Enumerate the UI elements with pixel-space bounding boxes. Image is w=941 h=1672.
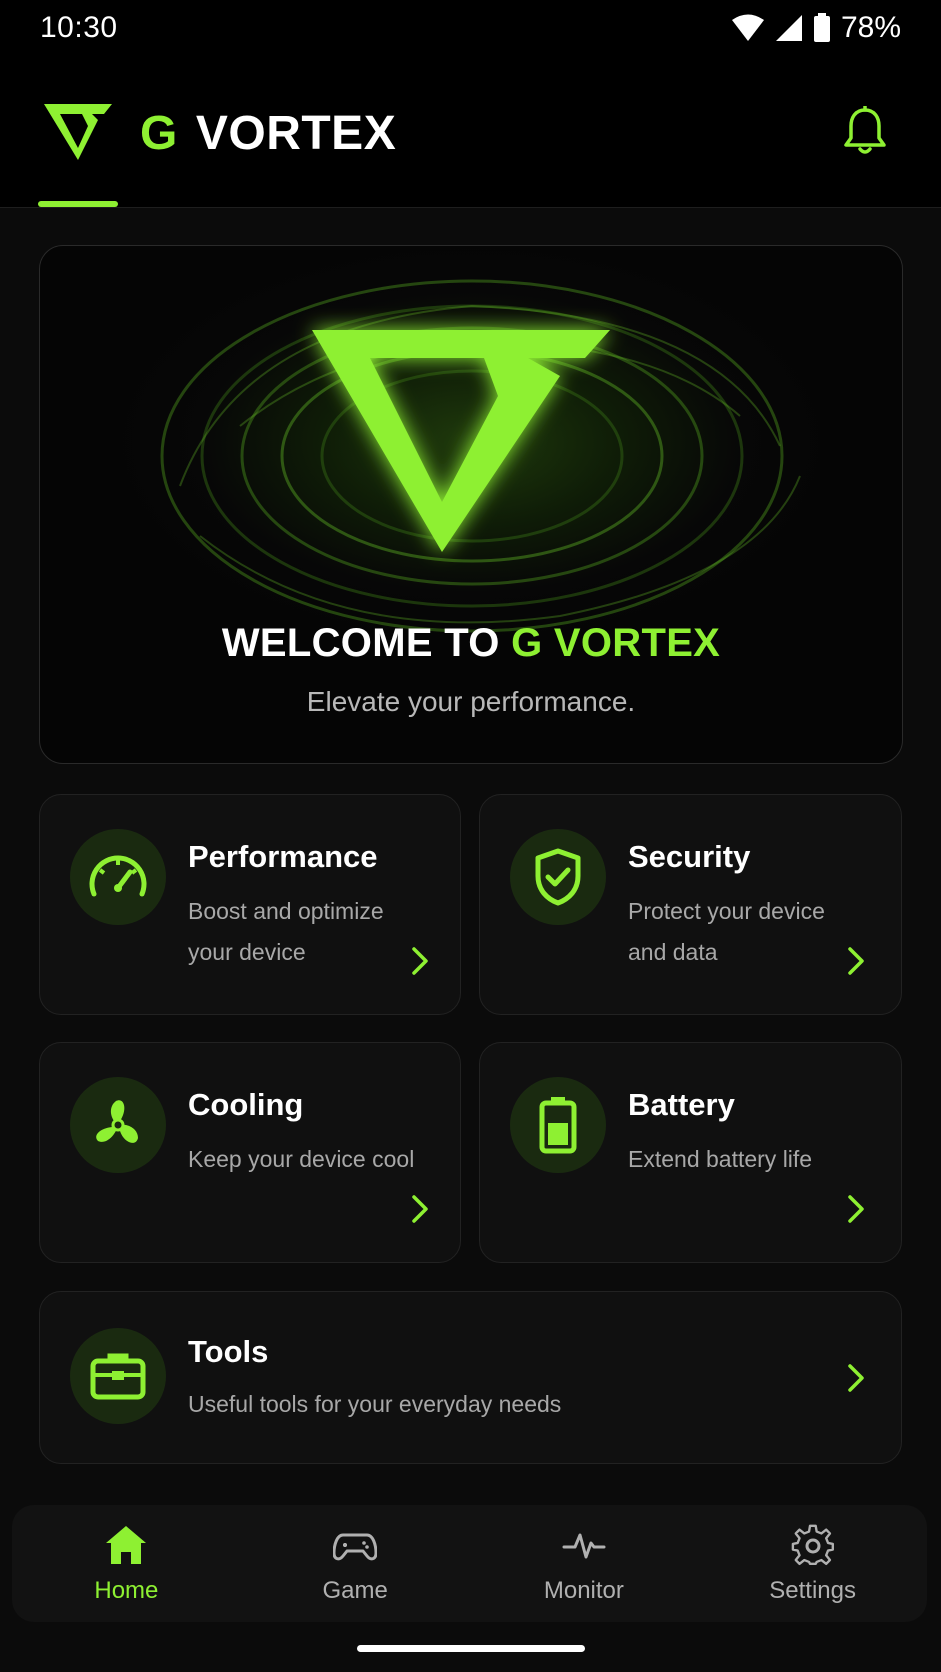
gear-icon [791,1524,834,1565]
app-title-main: VORTEX [195,107,397,160]
chevron-right-icon [412,1195,428,1223]
battery-icon-badge [510,1077,606,1173]
fan-icon [96,1100,138,1143]
vortex-logo-icon [44,104,112,160]
nav-game[interactable]: Game [255,1523,455,1605]
welcome-title-accent: G VORTEX [511,621,721,665]
card-title: Tools [188,1334,269,1369]
battery-icon [539,1097,577,1154]
chevron-right-icon [412,947,428,975]
pulse-icon [562,1533,606,1558]
welcome-banner: WELCOME TO G VORTEX Elevate your perform… [39,245,903,764]
app-header: G VORTEX [0,56,941,208]
welcome-title: WELCOME TO G VORTEX [40,621,902,666]
nav-label: Monitor [543,1576,624,1604]
speedometer-icon [89,855,147,897]
card-description: Boost and optimize your device [188,898,384,965]
performance-icon-badge [70,829,166,925]
home-icon [106,1525,147,1564]
app-title: G VORTEX [140,106,396,161]
card-description: Useful tools for your everyday needs [188,1391,562,1417]
nav-settings[interactable]: Settings [713,1523,913,1605]
cellular-signal-icon [775,15,802,41]
security-card[interactable]: Security Protect your device and data [479,794,902,1015]
app-title-g: G [140,107,178,160]
card-description: Protect your device and data [628,898,825,965]
nav-label: Game [322,1576,388,1604]
status-icons: 78% [731,11,901,45]
battery-card[interactable]: Battery Extend battery life [479,1042,902,1263]
battery-status-icon [813,13,830,42]
card-description: Extend battery life [628,1146,813,1172]
chevron-right-icon [848,947,864,975]
toolbox-icon [90,1353,146,1400]
battery-percent: 78% [840,11,901,44]
status-time: 10:30 [40,11,118,44]
nav-label: Settings [769,1576,856,1604]
cooling-card[interactable]: Cooling Keep your device cool [39,1042,461,1263]
bottom-navigation: Home Game Monitor Settings [12,1505,927,1622]
performance-card[interactable]: Performance Boost and optimize your devi… [39,794,461,1015]
card-title: Battery [628,1087,735,1122]
wifi-icon [731,14,764,41]
cooling-icon-badge [70,1077,166,1173]
card-title: Cooling [188,1087,304,1122]
nav-home[interactable]: Home [26,1523,226,1605]
chevron-right-icon [848,1364,864,1392]
header-active-indicator [38,201,118,207]
welcome-subtitle: Elevate your performance. [306,686,636,717]
tools-icon-badge [70,1328,166,1424]
notification-bell-icon[interactable] [842,106,888,156]
chevron-right-icon [848,1195,864,1223]
security-icon-badge [510,829,606,925]
nav-monitor[interactable]: Monitor [484,1523,684,1605]
card-title: Performance [188,839,378,874]
status-bar: 10:30 78% [0,0,941,56]
welcome-title-main: WELCOME TO [221,621,500,665]
shield-check-icon [535,848,581,906]
home-indicator[interactable] [357,1645,585,1652]
nav-label: Home [94,1576,159,1604]
tools-card[interactable]: Tools Useful tools for your everyday nee… [39,1291,902,1464]
card-title: Security [628,839,751,874]
gamepad-icon [333,1533,378,1560]
card-description: Keep your device cool [188,1146,415,1172]
